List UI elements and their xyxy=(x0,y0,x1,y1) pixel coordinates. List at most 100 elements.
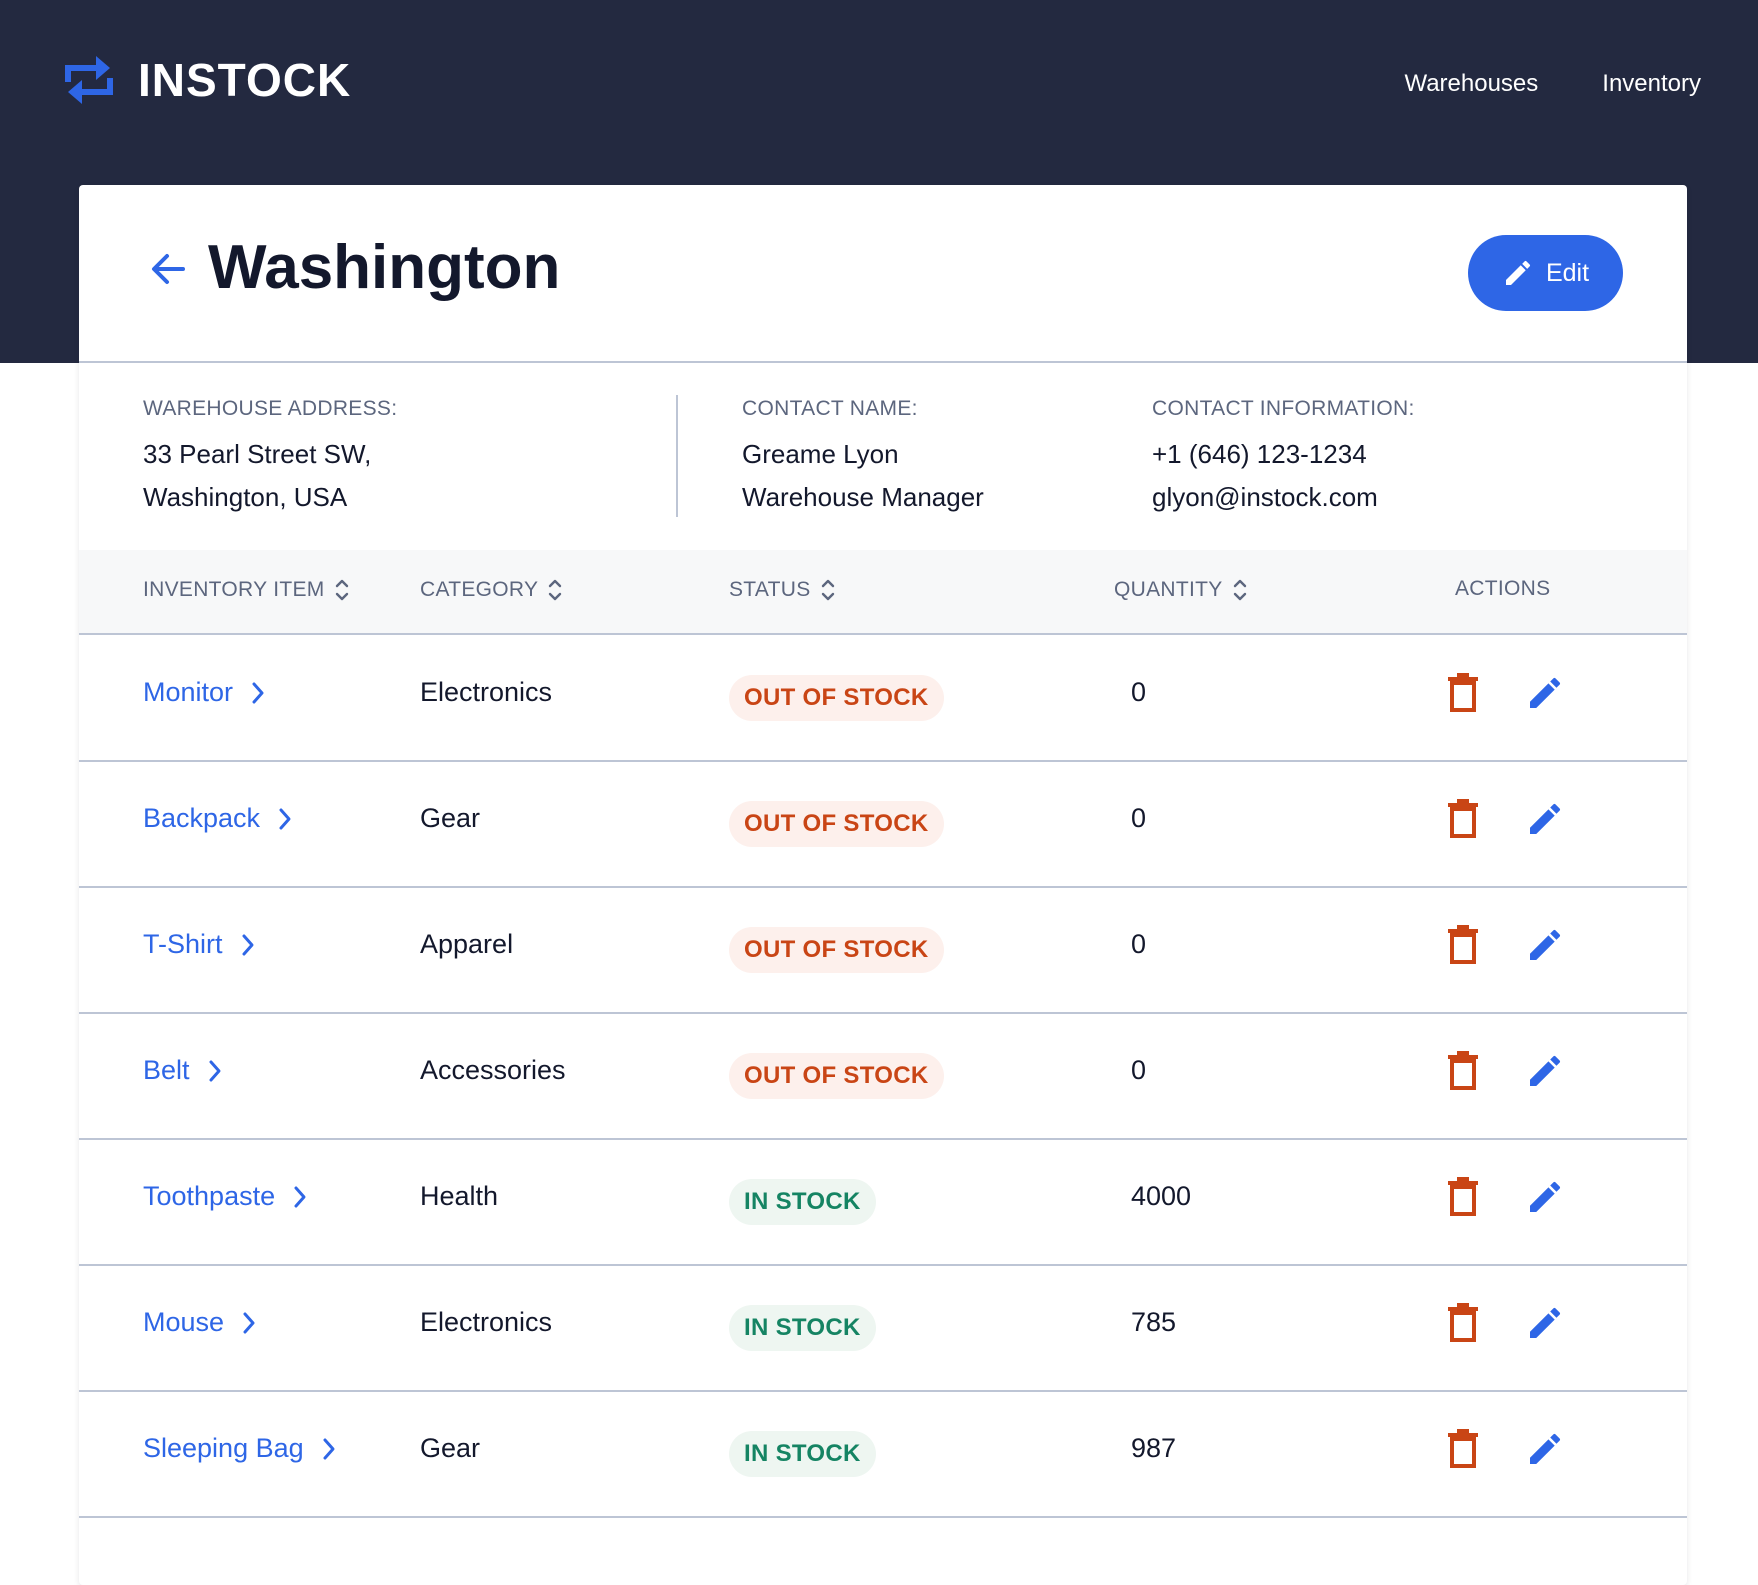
item-name: Toothpaste xyxy=(143,1181,276,1211)
table-row: Monitor Electronics OUT OF STOCK 0 xyxy=(79,635,1687,762)
swap-arrows-icon xyxy=(65,56,113,104)
item-quantity: 4000 xyxy=(1131,1181,1192,1211)
chevron-right-icon xyxy=(294,1186,306,1207)
table-row: Sleeping Bag Gear IN STOCK 987 xyxy=(79,1391,1687,1518)
item-quantity: 0 xyxy=(1131,1055,1147,1085)
inventory-item-link[interactable]: Backpack xyxy=(143,803,294,834)
table-header: INVENTORY ITEM CATEGORY STATUS QUANTITY … xyxy=(79,550,1687,635)
table-row: T-Shirt Apparel OUT OF STOCK 0 xyxy=(79,887,1687,1014)
chevron-right-icon xyxy=(252,682,264,703)
nav-warehouses[interactable]: Warehouses xyxy=(1404,70,1538,98)
status-badge: IN STOCK xyxy=(729,1431,876,1477)
inventory-item-link[interactable]: T-Shirt xyxy=(143,929,257,960)
contact-info-label: CONTACT INFORMATION: xyxy=(1152,397,1415,420)
address-label: WAREHOUSE ADDRESS: xyxy=(143,397,398,420)
contact-phone: +1 (646) 123-1234 xyxy=(1152,439,1367,469)
column-label: STATUS xyxy=(729,578,811,601)
status-badge: OUT OF STOCK xyxy=(729,927,944,973)
item-category: Gear xyxy=(420,1433,481,1463)
contact-name-block: CONTACT NAME: Greame Lyon Warehouse Mana… xyxy=(742,397,984,519)
arrow-left-icon[interactable] xyxy=(149,250,187,288)
trash-icon[interactable] xyxy=(1447,798,1479,838)
trash-icon[interactable] xyxy=(1447,672,1479,712)
contact-name: Greame Lyon xyxy=(742,439,899,469)
trash-icon[interactable] xyxy=(1447,1302,1479,1342)
column-label: QUANTITY xyxy=(1114,578,1223,601)
column-quantity[interactable]: QUANTITY xyxy=(1114,577,1247,603)
address-block: WAREHOUSE ADDRESS: 33 Pearl Street SW, W… xyxy=(143,397,397,519)
address-line-2: Washington, USA xyxy=(143,482,348,512)
sort-icon[interactable] xyxy=(548,577,562,603)
trash-icon[interactable] xyxy=(1447,1176,1479,1216)
item-category: Electronics xyxy=(420,1307,553,1337)
chevron-right-icon xyxy=(243,1312,255,1333)
inventory-item-link[interactable]: Toothpaste xyxy=(143,1181,309,1212)
item-name: T-Shirt xyxy=(143,929,223,959)
status-badge: OUT OF STOCK xyxy=(729,1053,944,1099)
item-category: Apparel xyxy=(420,929,514,959)
status-badge: OUT OF STOCK xyxy=(729,801,944,847)
pencil-icon[interactable] xyxy=(1525,1051,1565,1091)
nav-inventory[interactable]: Inventory xyxy=(1602,70,1701,98)
chevron-right-icon xyxy=(209,1060,221,1081)
trash-icon[interactable] xyxy=(1447,1428,1479,1468)
sort-icon[interactable] xyxy=(821,577,835,603)
column-inventory-item[interactable]: INVENTORY ITEM xyxy=(143,577,349,603)
inventory-item-link[interactable]: Monitor xyxy=(143,677,267,708)
column-status[interactable]: STATUS xyxy=(729,577,835,603)
address-line-1: 33 Pearl Street SW, xyxy=(143,439,372,469)
column-actions: ACTIONS xyxy=(1455,577,1550,601)
item-name: Monitor xyxy=(143,677,234,707)
sort-icon[interactable] xyxy=(1233,577,1247,603)
inventory-item-link[interactable]: Belt xyxy=(143,1055,224,1086)
brand-name: INSTOCK xyxy=(138,54,352,106)
pencil-icon[interactable] xyxy=(1525,799,1565,839)
edit-button[interactable]: Edit xyxy=(1468,235,1623,311)
item-category: Health xyxy=(420,1181,499,1211)
contact-position: Warehouse Manager xyxy=(742,482,984,512)
inventory-item-link[interactable]: Mouse xyxy=(143,1307,258,1338)
table-row: Backpack Gear OUT OF STOCK 0 xyxy=(79,761,1687,888)
contact-info-block: CONTACT INFORMATION: +1 (646) 123-1234 g… xyxy=(1152,397,1415,519)
contact-email: glyon@instock.com xyxy=(1152,482,1378,512)
item-category: Accessories xyxy=(420,1055,566,1085)
logo[interactable]: INSTOCK xyxy=(64,52,351,108)
sort-icon[interactable] xyxy=(335,577,349,603)
pencil-icon[interactable] xyxy=(1525,673,1565,713)
warehouse-details: WAREHOUSE ADDRESS: 33 Pearl Street SW, W… xyxy=(79,363,1687,548)
table-row: Toothpaste Health IN STOCK 4000 xyxy=(79,1139,1687,1266)
item-quantity: 0 xyxy=(1131,803,1147,833)
item-quantity: 0 xyxy=(1131,677,1147,707)
chevron-right-icon xyxy=(323,1438,335,1459)
pencil-icon[interactable] xyxy=(1525,925,1565,965)
item-category: Gear xyxy=(420,803,481,833)
main-nav: Warehouses Inventory xyxy=(1404,70,1701,98)
card-header: Washington Edit xyxy=(79,185,1687,363)
column-category[interactable]: CATEGORY xyxy=(420,577,562,603)
item-name: Backpack xyxy=(143,803,261,833)
item-name: Sleeping Bag xyxy=(143,1433,304,1463)
item-name: Mouse xyxy=(143,1307,225,1337)
status-badge: IN STOCK xyxy=(729,1305,876,1351)
page-title: Washington xyxy=(208,233,561,302)
chevron-right-icon xyxy=(242,934,254,955)
item-category: Electronics xyxy=(420,677,553,707)
status-badge: OUT OF STOCK xyxy=(729,675,944,721)
chevron-right-icon xyxy=(279,808,291,829)
column-label: CATEGORY xyxy=(420,578,539,601)
trash-icon[interactable] xyxy=(1447,1050,1479,1090)
trash-icon[interactable] xyxy=(1447,924,1479,964)
table-row: Belt Accessories OUT OF STOCK 0 xyxy=(79,1013,1687,1140)
details-divider xyxy=(676,395,678,517)
edit-button-label: Edit xyxy=(1545,258,1590,287)
inventory-item-link[interactable]: Sleeping Bag xyxy=(143,1433,338,1464)
warehouse-details-card: Washington Edit WAREHOUSE ADDRESS: 33 Pe… xyxy=(79,185,1687,1585)
item-quantity: 785 xyxy=(1131,1307,1177,1337)
contact-name-label: CONTACT NAME: xyxy=(742,397,918,420)
pencil-icon[interactable] xyxy=(1525,1177,1565,1217)
column-label: INVENTORY ITEM xyxy=(143,578,325,601)
status-badge: IN STOCK xyxy=(729,1179,876,1225)
item-name: Belt xyxy=(143,1055,190,1085)
pencil-icon[interactable] xyxy=(1525,1303,1565,1343)
pencil-icon[interactable] xyxy=(1525,1429,1565,1469)
